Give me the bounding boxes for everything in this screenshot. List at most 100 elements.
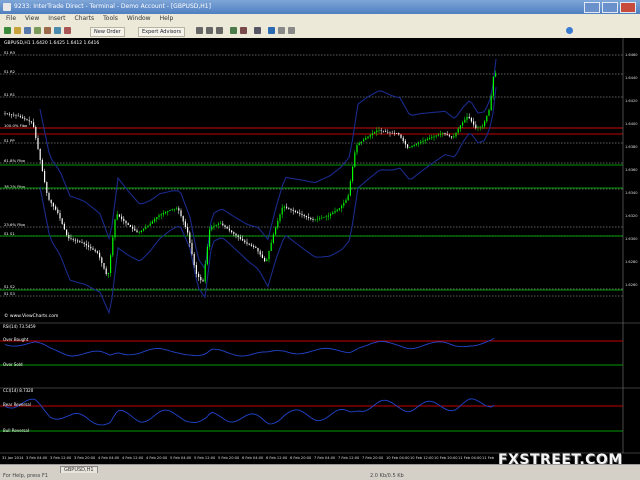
chart-window[interactable]: S1 R3 S1 R2 S1 R1 100.0% Fibo S1 PP 61.8% Fib… — [0, 38, 640, 464]
candle-body — [310, 218, 312, 220]
level-label: 23.6% Fibo — [4, 222, 26, 227]
candle-body — [39, 149, 41, 160]
candle-body — [191, 243, 193, 254]
candle-body — [235, 233, 237, 236]
level-label: 100.0% Fibo — [4, 123, 28, 128]
candle-body — [288, 207, 290, 209]
open-icon[interactable] — [14, 27, 21, 34]
candle-body — [107, 273, 109, 274]
menu-charts[interactable]: Charts — [75, 14, 95, 24]
candle-body — [200, 277, 202, 281]
candle-body — [270, 242, 272, 251]
menu-window[interactable]: Window — [127, 14, 151, 24]
candle-body — [248, 243, 250, 245]
terminal-icon[interactable] — [54, 27, 61, 34]
trendline-icon[interactable] — [288, 27, 295, 34]
candle-body — [70, 238, 72, 240]
close-icon[interactable] — [620, 2, 636, 13]
line-chart-icon[interactable] — [216, 27, 223, 34]
candle-body — [268, 251, 270, 260]
candle-body — [213, 225, 215, 227]
candle-body — [28, 120, 30, 122]
minimize-icon[interactable] — [584, 2, 600, 13]
candle-body — [66, 229, 68, 235]
cursor-icon[interactable] — [268, 27, 275, 34]
candle-body — [345, 200, 347, 203]
new-order-button[interactable]: New Order — [90, 27, 125, 37]
candle-body — [85, 243, 87, 246]
zoom-out-icon[interactable] — [240, 27, 247, 34]
candle-body — [88, 245, 90, 247]
menu-help[interactable]: Help — [160, 14, 174, 24]
expert-advisors-button[interactable]: Expert Advisors — [138, 27, 186, 37]
candle-body — [209, 229, 211, 247]
candle-body — [457, 128, 459, 133]
candle-body — [118, 214, 120, 217]
candle-body — [279, 214, 281, 221]
candle-body — [352, 166, 354, 182]
candle-body — [143, 228, 145, 231]
candles-icon[interactable] — [206, 27, 213, 34]
candle-body — [444, 133, 446, 135]
candle-body — [33, 122, 35, 127]
candle-body — [57, 209, 59, 213]
menu-tools[interactable]: Tools — [103, 14, 118, 24]
candle-body — [468, 117, 470, 119]
level-label: S1 S3 — [4, 291, 15, 296]
zoom-in-icon[interactable] — [230, 27, 237, 34]
candle-body — [19, 116, 21, 118]
candle-body — [431, 137, 433, 139]
candle-body — [165, 212, 167, 214]
candle-body — [72, 239, 74, 240]
candle-body — [387, 131, 389, 133]
tester-icon[interactable] — [64, 27, 71, 34]
price-axis-label: 1.6280 — [625, 260, 638, 264]
candle-body — [481, 126, 483, 127]
candle-body — [103, 263, 105, 269]
crosshair-icon[interactable] — [278, 27, 285, 34]
candle-body — [178, 208, 180, 211]
candle-body — [94, 249, 96, 252]
menu-file[interactable]: File — [6, 14, 16, 24]
level-label: S1 R1 — [4, 92, 16, 97]
candle-body — [17, 115, 19, 117]
candle-body — [404, 141, 406, 145]
candle-body — [415, 143, 417, 145]
navigator-icon[interactable] — [44, 27, 51, 34]
menu-view[interactable]: View — [25, 14, 39, 24]
candle-body — [22, 117, 24, 119]
time-axis-label: 10 Feb 04:00 — [386, 456, 410, 460]
candle-body — [41, 160, 43, 171]
time-axis-label: 5 Feb 20:00 — [218, 456, 240, 460]
candle-body — [426, 139, 428, 140]
candle-body — [391, 133, 393, 134]
candle-body — [321, 217, 323, 219]
candle-body — [6, 113, 8, 115]
candle-body — [156, 217, 158, 220]
time-axis-label: 11 Feb 04:00 — [458, 456, 482, 460]
candle-body — [63, 224, 65, 230]
candle-body — [418, 142, 420, 144]
price-chart[interactable]: S1 R3 S1 R2 S1 R1 100.0% Fibo S1 PP 61.8% Fib… — [0, 38, 640, 464]
candle-body — [393, 133, 395, 134]
candle-body — [446, 134, 448, 136]
candle-body — [400, 134, 402, 138]
candle-body — [367, 136, 369, 138]
time-axis-label: 11 Feb — [482, 456, 495, 460]
market-watch-icon[interactable] — [34, 27, 41, 34]
candle-body — [277, 221, 279, 228]
save-icon[interactable] — [24, 27, 31, 34]
candle-body — [110, 255, 112, 274]
tile-windows-icon[interactable] — [254, 27, 261, 34]
globe-icon[interactable] — [566, 27, 573, 34]
candle-body — [44, 171, 46, 182]
candle-body — [440, 133, 442, 135]
candle-body — [283, 206, 285, 208]
maximize-icon[interactable] — [602, 2, 618, 13]
level-label: S1 PP — [4, 138, 15, 143]
cci-label: CCI(14) 8.7320 — [3, 388, 34, 393]
candle-body — [81, 242, 83, 243]
new-chart-icon[interactable] — [4, 27, 11, 34]
menu-insert[interactable]: Insert — [48, 14, 65, 24]
bar-chart-icon[interactable] — [196, 27, 203, 34]
